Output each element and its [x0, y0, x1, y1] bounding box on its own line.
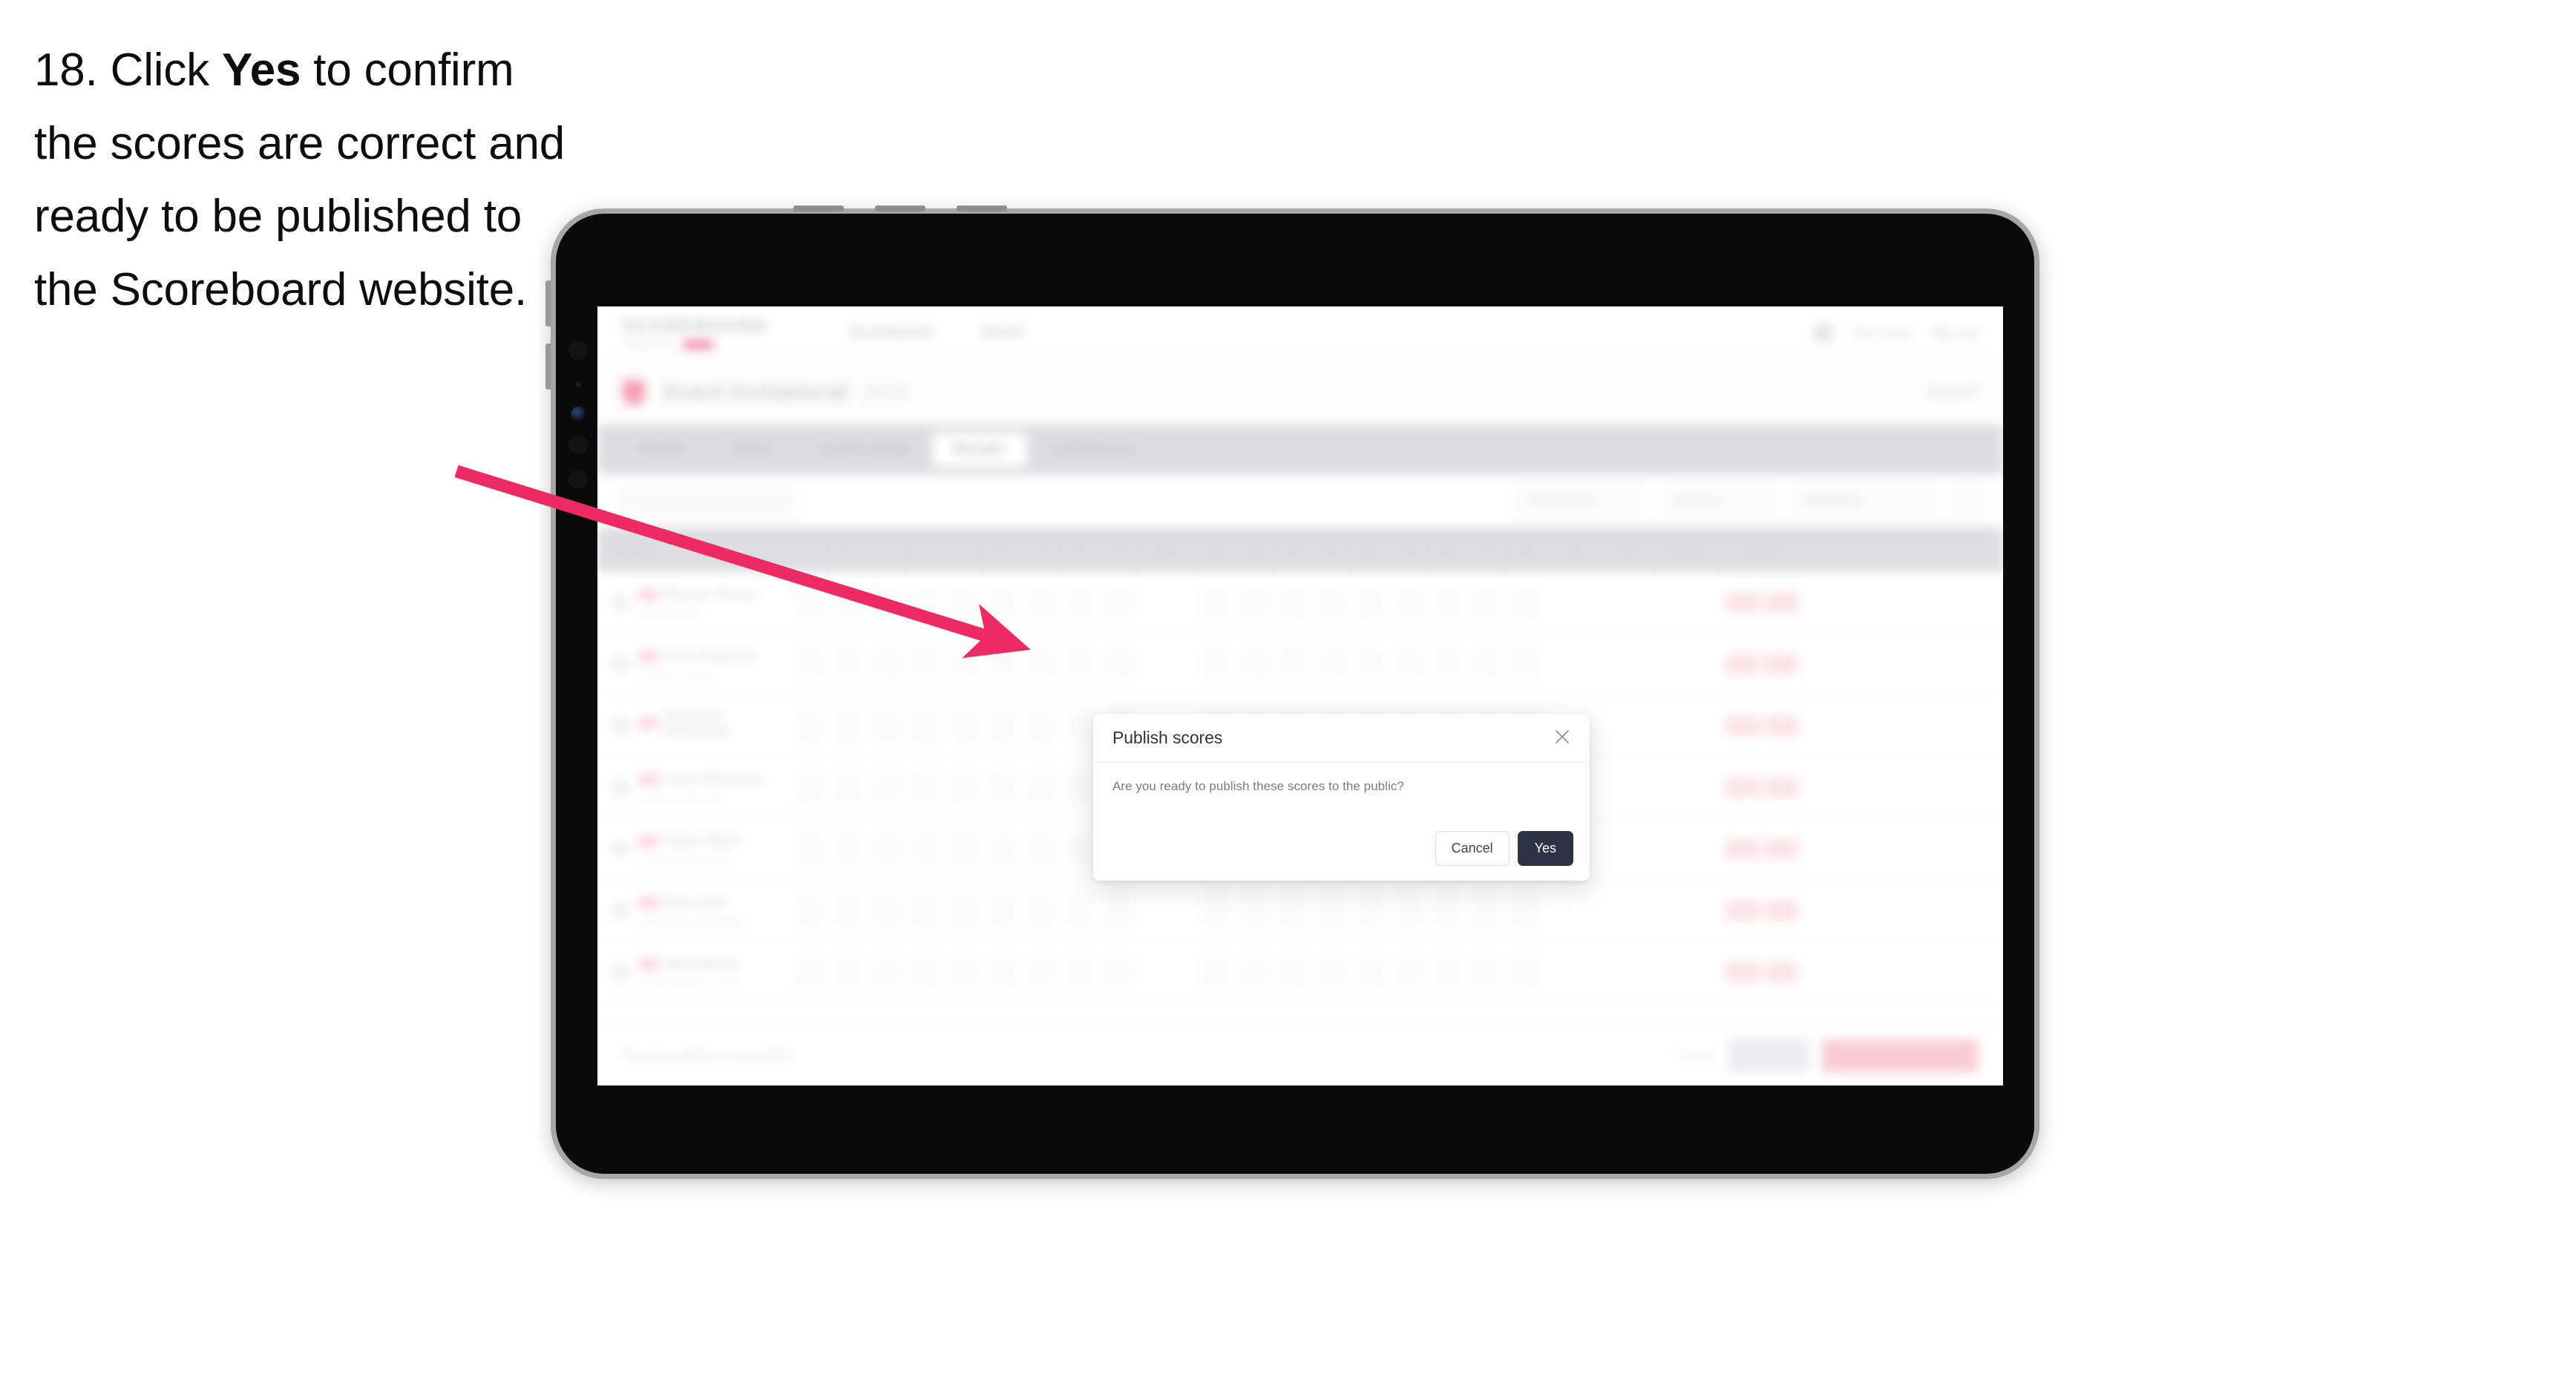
device-top-button-1 [793, 206, 844, 211]
modal-scrim [597, 306, 2003, 1086]
device-top-button-3 [957, 206, 1007, 211]
tablet-device: SCOREBOARD Powered by Scoreboard Event T… [545, 206, 2039, 1179]
tablet-screen: SCOREBOARD Powered by Scoreboard Event T… [597, 306, 2003, 1086]
cancel-button[interactable]: Cancel [1435, 831, 1510, 866]
dialog-header: Publish scores [1093, 714, 1590, 763]
device-sensor-2 [575, 381, 581, 387]
dialog-body: Are you ready to publish these scores to… [1093, 763, 1590, 794]
dialog-title: Publish scores [1112, 728, 1223, 747]
close-icon[interactable] [1550, 724, 1575, 749]
device-top-button-2 [875, 206, 925, 211]
device-sensor-4 [568, 470, 588, 489]
publish-scores-dialog: Publish scores Are you ready to publish … [1093, 714, 1590, 881]
instruction-step-number: 18. [34, 45, 98, 96]
instruction-text-before: Click [97, 45, 222, 96]
device-sensor-1 [568, 341, 588, 360]
device-sensor-3 [568, 435, 588, 454]
yes-button[interactable]: Yes [1517, 831, 1573, 866]
instruction-emphasis: Yes [221, 45, 301, 96]
device-volume-down-button [545, 344, 551, 390]
dialog-message: Are you ready to publish these scores to… [1112, 779, 1404, 793]
dialog-actions: Cancel Yes [1435, 831, 1573, 866]
instruction-text: 18. Click Yes to confirm the scores are … [34, 34, 583, 326]
device-front-camera [571, 407, 586, 421]
device-volume-up-button [545, 280, 551, 326]
